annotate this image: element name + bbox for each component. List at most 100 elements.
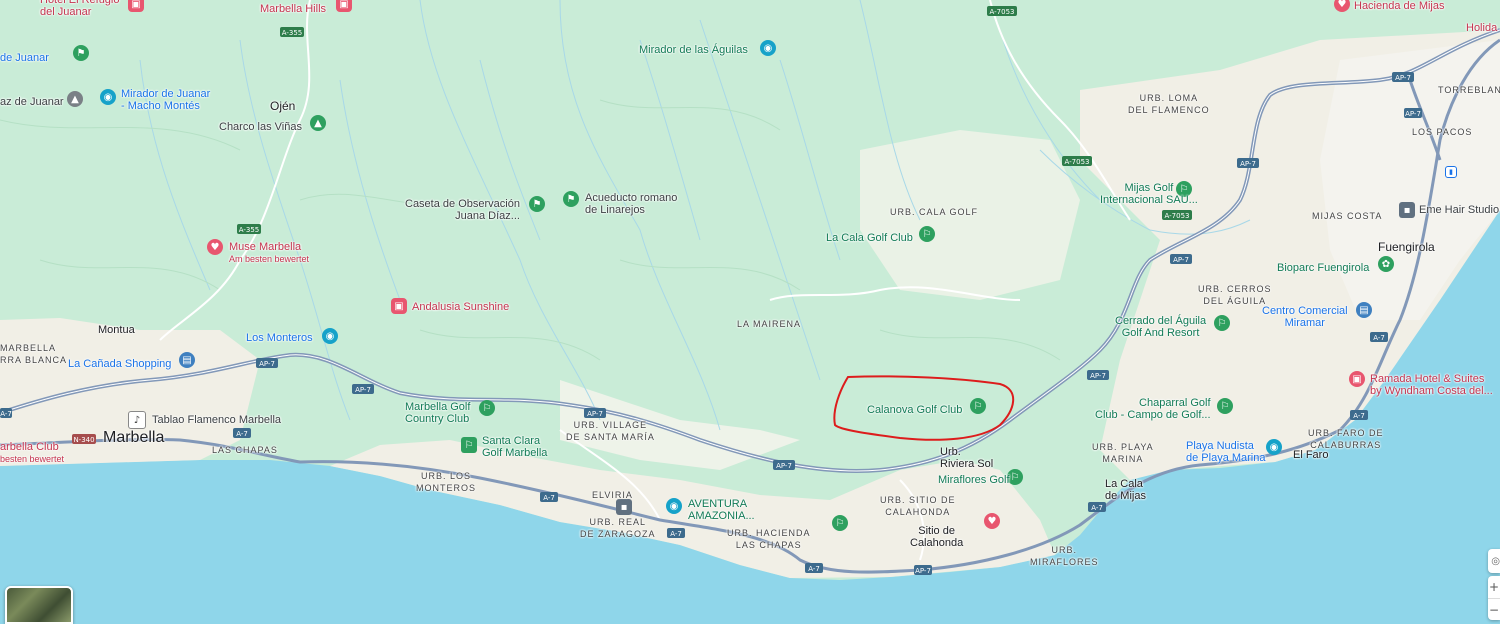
label-centro-comercial[interactable]: Centro Comercial Miramar xyxy=(1262,305,1348,329)
label-la-cala-mijas[interactable]: La Cala de Mijas xyxy=(1105,478,1146,502)
golf-icon[interactable]: ⚐ xyxy=(479,400,495,416)
label-bioparc[interactable]: Bioparc Fuengirola xyxy=(1277,262,1369,274)
label-acueducto[interactable]: Acueducto romano de Linarejos xyxy=(585,192,677,216)
golf-icon[interactable]: ⚐ xyxy=(832,515,848,531)
label-mijas-golf[interactable]: Mijas Golf Internacional SAU... xyxy=(1100,182,1198,206)
label-playa-nudista[interactable]: Playa Nudista de Playa Marina xyxy=(1186,440,1266,464)
road-shield: A-355 xyxy=(280,27,304,37)
zoom-controls: + − xyxy=(1488,576,1500,620)
label-canada[interactable]: La Cañada Shopping xyxy=(68,358,171,370)
label-aventura[interactable]: AVENTURA AMAZONIA... xyxy=(688,498,755,522)
label-charco[interactable]: Charco las Viñas xyxy=(219,121,302,133)
label-los-pacos: LOS PACOS xyxy=(1412,126,1472,138)
transit-icon[interactable]: ▮ xyxy=(1445,166,1457,178)
golf-icon[interactable]: ⚐ xyxy=(919,226,935,242)
road-shield: A-7 xyxy=(667,528,685,538)
golf-icon[interactable]: ⚐ xyxy=(970,398,986,414)
label-santa-clara[interactable]: Santa Clara Golf Marbella xyxy=(482,435,547,459)
label-mirador-juanar[interactable]: Mirador de Juanar - Macho Montés xyxy=(121,88,210,112)
road-shield: AP-7 xyxy=(352,384,374,394)
label-text: URB. REAL DE ZARAGOZA xyxy=(580,517,656,539)
label-muse[interactable]: Muse Marbella xyxy=(229,241,301,253)
hotel-icon[interactable]: ▣ xyxy=(391,298,407,314)
label-montua[interactable]: Montua xyxy=(98,324,135,336)
label-text: LAS CHAPAS xyxy=(212,445,278,455)
school-icon[interactable]: ▪ xyxy=(616,499,632,515)
heart-pin-icon[interactable]: ♥ xyxy=(984,513,1000,529)
label-de-juanar[interactable]: de Juanar xyxy=(0,52,49,64)
heart-pin-icon[interactable]: ♥ xyxy=(207,239,223,255)
zoom-out-button[interactable]: − xyxy=(1488,598,1500,621)
road-shield-label: AP-7 xyxy=(915,567,931,575)
label-cerrado-aguila[interactable]: Cerrado del Águila Golf And Resort xyxy=(1115,315,1206,339)
hotel-icon[interactable]: ▣ xyxy=(128,0,144,12)
label-text: Marbella Hills xyxy=(260,3,327,15)
road-shield-label: A-7053 xyxy=(990,8,1015,16)
road-shield-label: A-7 xyxy=(808,565,820,573)
label-eme-hair[interactable]: Eme Hair Studio xyxy=(1419,204,1499,216)
label-miraflores-golf[interactable]: Miraflores Golf xyxy=(938,474,1010,486)
label-z-juanar[interactable]: az de Juanar xyxy=(0,96,64,108)
road-shield: AP-7 xyxy=(1392,72,1414,82)
label-el-faro[interactable]: El Faro xyxy=(1293,449,1328,461)
viewpoint-icon[interactable]: ◉ xyxy=(100,89,116,105)
label-calanova[interactable]: Calanova Golf Club xyxy=(867,404,962,416)
golf-icon[interactable]: ⚐ xyxy=(1217,398,1233,414)
road-shield: A-7 xyxy=(0,408,12,418)
road-shield: A-7053 xyxy=(1062,156,1092,166)
label-urb-loma: URB. LOMA DEL FLAMENCO xyxy=(1128,92,1210,116)
label-marbella-golf[interactable]: Marbella Golf Country Club xyxy=(405,401,470,425)
location-button[interactable]: ◎ xyxy=(1488,549,1500,573)
label-hacienda-mijas[interactable]: Hacienda de Mijas xyxy=(1354,0,1445,12)
label-text: URB. PLAYA MARINA xyxy=(1092,442,1154,464)
hiking-icon[interactable]: ⚑ xyxy=(563,191,579,207)
road-shield-label: A-355 xyxy=(239,226,260,234)
zoom-in-button[interactable]: + xyxy=(1488,576,1500,598)
label-ojen[interactable]: Ojén xyxy=(270,100,295,112)
park-icon[interactable]: ▲ xyxy=(310,115,326,131)
label-hotel-refugio[interactable]: Hotel El Refugio del Juanar xyxy=(40,0,120,18)
road-shield: A-7 xyxy=(540,492,558,502)
label-text: LOS PACOS xyxy=(1412,127,1473,137)
shop-icon[interactable]: ▪ xyxy=(1399,202,1415,218)
golf-icon[interactable]: ⚐ xyxy=(461,437,477,453)
label-urb-riviera[interactable]: Urb. Riviera Sol xyxy=(940,446,993,470)
label-sitio-calahonda[interactable]: Sitio de Calahonda xyxy=(910,525,963,549)
label-text: Miraflores Golf xyxy=(938,474,1010,486)
label-marbella-hills[interactable]: Marbella Hills xyxy=(260,3,326,15)
label-holida[interactable]: Holida xyxy=(1466,22,1497,34)
hiking-icon[interactable]: ⚑ xyxy=(73,45,89,61)
label-text: Chaparral Golf Club - Campo de Golf... xyxy=(1095,397,1211,421)
road-shield: A-7053 xyxy=(987,6,1017,16)
label-tablao[interactable]: Tablao Flamenco Marbella xyxy=(152,414,281,426)
label-los-monteros[interactable]: Los Monteros xyxy=(246,332,313,344)
theater-icon[interactable]: ♪ xyxy=(128,411,146,429)
park-pin-icon[interactable]: ◉ xyxy=(666,498,682,514)
hotel-icon[interactable]: ▣ xyxy=(336,0,352,12)
label-fuengirola[interactable]: Fuengirola xyxy=(1378,241,1435,253)
hotel-icon[interactable]: ▣ xyxy=(1349,371,1365,387)
label-text: URB. SITIO DE CALAHONDA xyxy=(880,495,956,517)
label-caseta[interactable]: Caseta de Observación Juana Díaz... xyxy=(405,198,520,222)
label-chaparral[interactable]: Chaparral Golf Club - Campo de Golf... xyxy=(1095,397,1211,421)
zoo-icon[interactable]: ✿ xyxy=(1378,256,1394,272)
hiking-icon[interactable]: ⚑ xyxy=(529,196,545,212)
viewpoint-icon[interactable]: ◉ xyxy=(760,40,776,56)
label-ramada[interactable]: Ramada Hotel & Suites by Wyndham Costa d… xyxy=(1370,373,1493,397)
golf-icon[interactable]: ⚐ xyxy=(1214,315,1230,331)
label-la-cala-golf[interactable]: La Cala Golf Club xyxy=(826,232,913,244)
road-shield: AP-7 xyxy=(1170,254,1192,264)
shopping-icon[interactable]: ▤ xyxy=(1356,302,1372,318)
beach-icon[interactable]: ◉ xyxy=(1266,439,1282,455)
label-text: El Faro xyxy=(1293,449,1329,461)
layer-toggle-button[interactable] xyxy=(5,586,73,624)
viewpoint-icon[interactable]: ◉ xyxy=(322,328,338,344)
label-text: Marbella Golf Country Club xyxy=(405,401,471,425)
label-andalusia[interactable]: Andalusia Sunshine xyxy=(412,301,509,313)
shopping-icon[interactable]: ▤ xyxy=(179,352,195,368)
label-marbella-club[interactable]: arbella Club xyxy=(0,441,59,453)
landmark-icon[interactable]: ▲ xyxy=(67,91,83,107)
label-marbella[interactable]: Marbella xyxy=(103,430,164,446)
label-text: URB. VILLAGE DE SANTA MARÍA xyxy=(566,420,655,442)
label-mirador-aguilas[interactable]: Mirador de las Águilas xyxy=(639,44,748,56)
